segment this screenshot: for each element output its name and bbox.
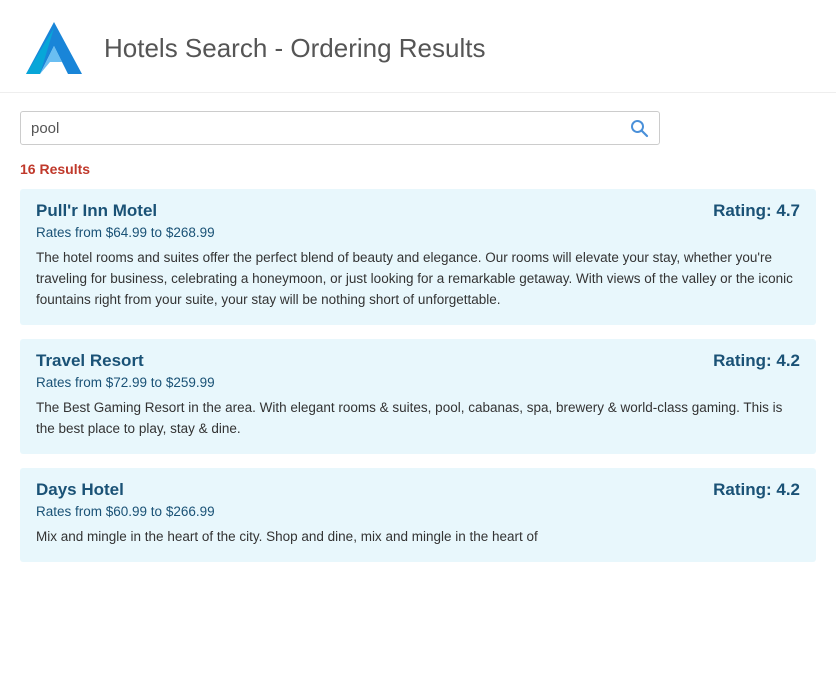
logo-icon [20, 18, 88, 78]
hotel-description: The Best Gaming Resort in the area. With… [36, 398, 800, 440]
hotel-rates: Rates from $60.99 to $266.99 [36, 504, 800, 519]
hotel-header: Pull'r Inn Motel Rating: 4.7 [36, 201, 800, 221]
hotel-rating: Rating: 4.2 [713, 480, 800, 500]
hotel-card: Pull'r Inn Motel Rating: 4.7 Rates from … [20, 189, 816, 325]
search-section [0, 93, 836, 153]
hotel-rates: Rates from $72.99 to $259.99 [36, 375, 800, 390]
hotel-description: The hotel rooms and suites offer the per… [36, 248, 800, 311]
hotel-name[interactable]: Travel Resort [36, 351, 144, 371]
hotel-rates: Rates from $64.99 to $268.99 [36, 225, 800, 240]
search-button[interactable] [629, 118, 649, 138]
hotel-rating: Rating: 4.2 [713, 351, 800, 371]
hotel-name[interactable]: Pull'r Inn Motel [36, 201, 157, 221]
results-list: Pull'r Inn Motel Rating: 4.7 Rates from … [0, 183, 836, 576]
search-input[interactable] [31, 120, 629, 137]
hotel-header: Days Hotel Rating: 4.2 [36, 480, 800, 500]
hotel-card: Travel Resort Rating: 4.2 Rates from $72… [20, 339, 816, 454]
results-number: 16 [20, 161, 36, 177]
hotel-name[interactable]: Days Hotel [36, 480, 124, 500]
results-suffix: Results [36, 161, 90, 177]
page-title: Hotels Search - Ordering Results [104, 33, 485, 64]
page-header: Hotels Search - Ordering Results [0, 0, 836, 93]
logo [20, 18, 88, 78]
search-icon [629, 118, 649, 138]
hotel-card: Days Hotel Rating: 4.2 Rates from $60.99… [20, 468, 816, 562]
search-bar [20, 111, 660, 145]
hotel-description: Mix and mingle in the heart of the city.… [36, 527, 800, 548]
hotel-rating: Rating: 4.7 [713, 201, 800, 221]
results-count: 16 Results [0, 153, 836, 183]
hotel-header: Travel Resort Rating: 4.2 [36, 351, 800, 371]
